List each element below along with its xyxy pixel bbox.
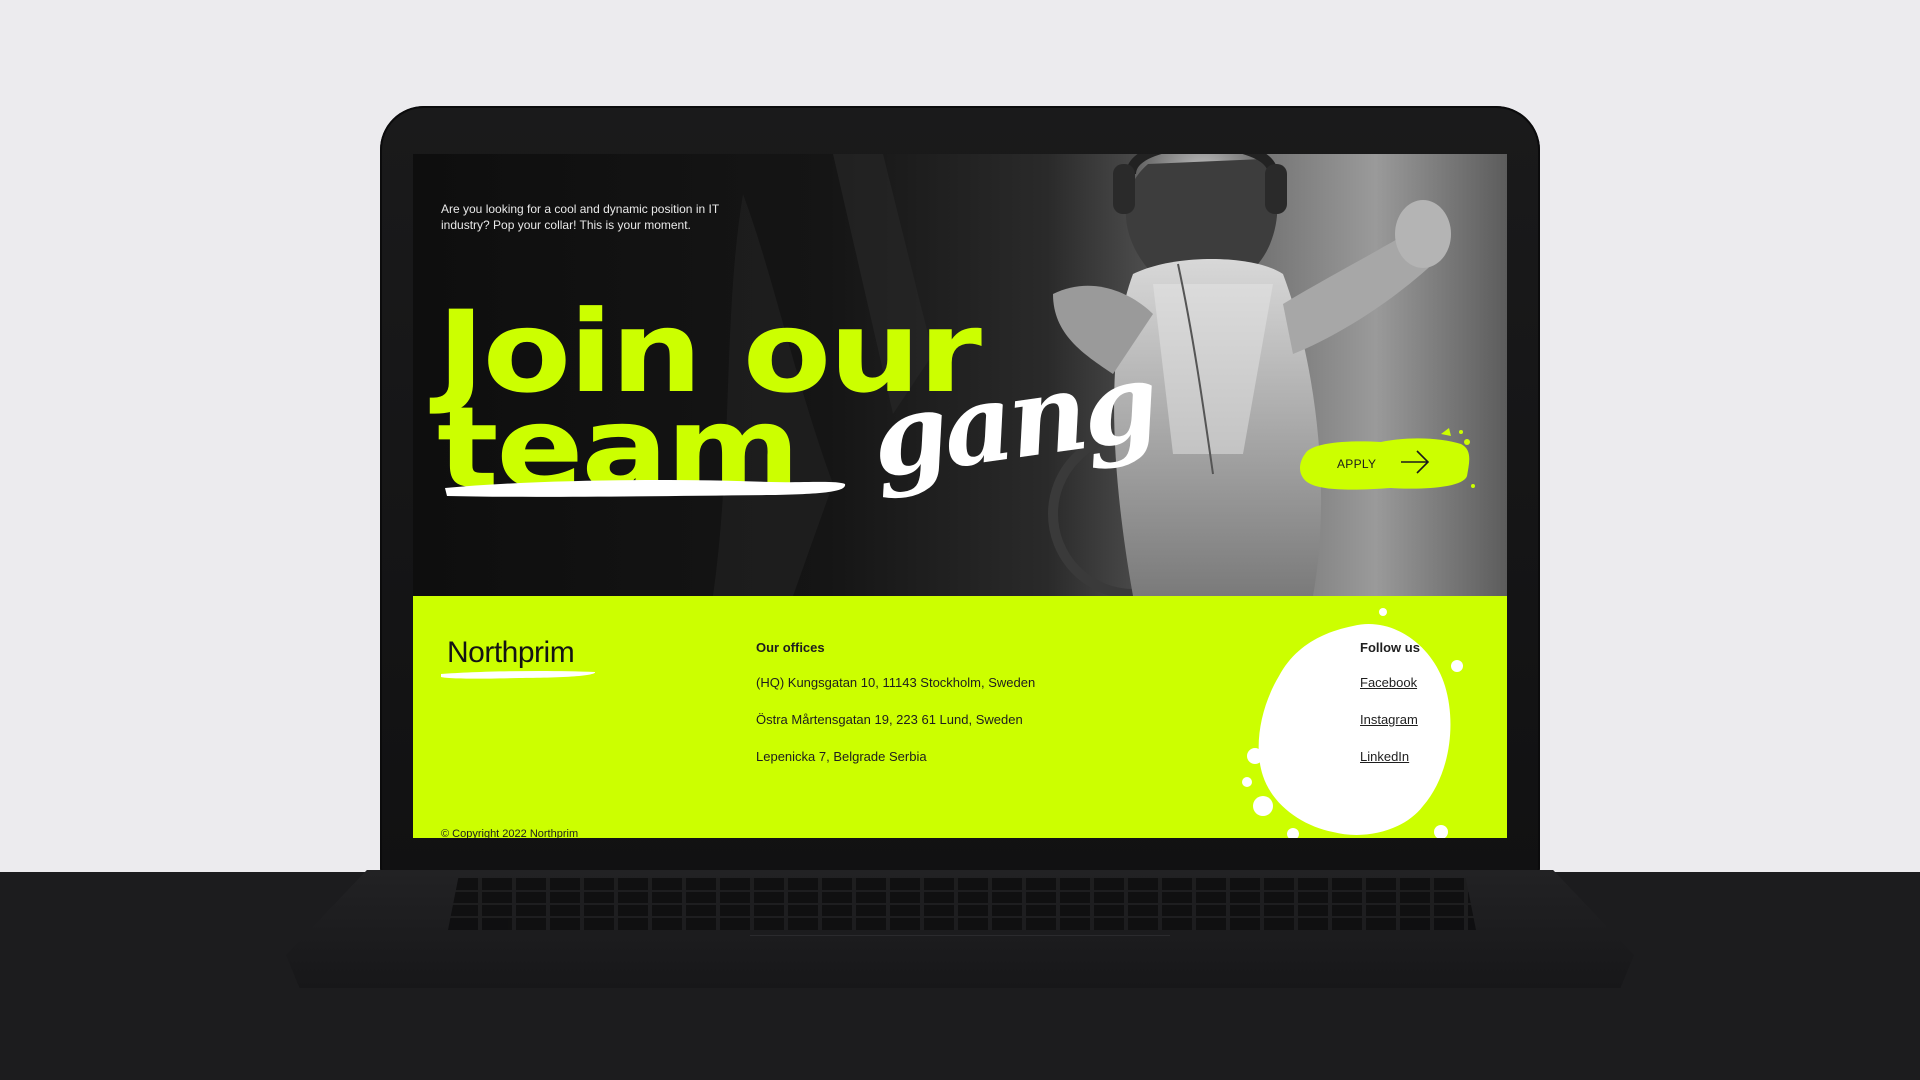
brush-splat-shape: [1300, 428, 1475, 490]
instagram-link[interactable]: Instagram: [1360, 711, 1420, 729]
apply-button-label: APPLY: [1337, 457, 1377, 471]
hero-section: Are you looking for a cool and dynamic p…: [413, 154, 1507, 596]
trackpad-edge: [750, 935, 1170, 936]
northprim-logo[interactable]: Northprim: [439, 634, 599, 686]
hero-intro-text: Are you looking for a cool and dynamic p…: [441, 202, 719, 232]
facebook-link[interactable]: Facebook: [1360, 674, 1420, 692]
keyboard: [448, 878, 1476, 930]
strikethrough-brush-mark: [445, 480, 846, 497]
office-address-lund: Östra Mårtensgatan 19, 223 61 Lund, Swed…: [756, 712, 1023, 727]
copyright-text: © Copyright 2022 Northprim: [441, 828, 579, 838]
logo-text: Northprim: [447, 636, 575, 669]
follow-us-block: Follow us Facebook Instagram LinkedIn: [1360, 640, 1420, 785]
linkedin-link[interactable]: LinkedIn: [1360, 748, 1420, 766]
footer-section: Northprim Our offices (HQ) Kungsgatan 10…: [413, 596, 1507, 838]
arrow-right-icon: [1401, 450, 1430, 474]
paint-splat-decoration: [1242, 608, 1463, 838]
laptop-screen: Are you looking for a cool and dynamic p…: [413, 154, 1507, 838]
logo-underline-brush: [441, 670, 596, 679]
offices-block: Our offices (HQ) Kungsgatan 10, 11143 St…: [756, 640, 1035, 785]
offices-title: Our offices: [756, 640, 825, 655]
apply-button[interactable]: APPLY: [1291, 424, 1475, 504]
office-address-belgrade: Lepenicka 7, Belgrade Serbia: [756, 749, 927, 764]
follow-us-title: Follow us: [1360, 640, 1420, 655]
office-address-hq: (HQ) Kungsgatan 10, 11143 Stockholm, Swe…: [756, 675, 1036, 690]
